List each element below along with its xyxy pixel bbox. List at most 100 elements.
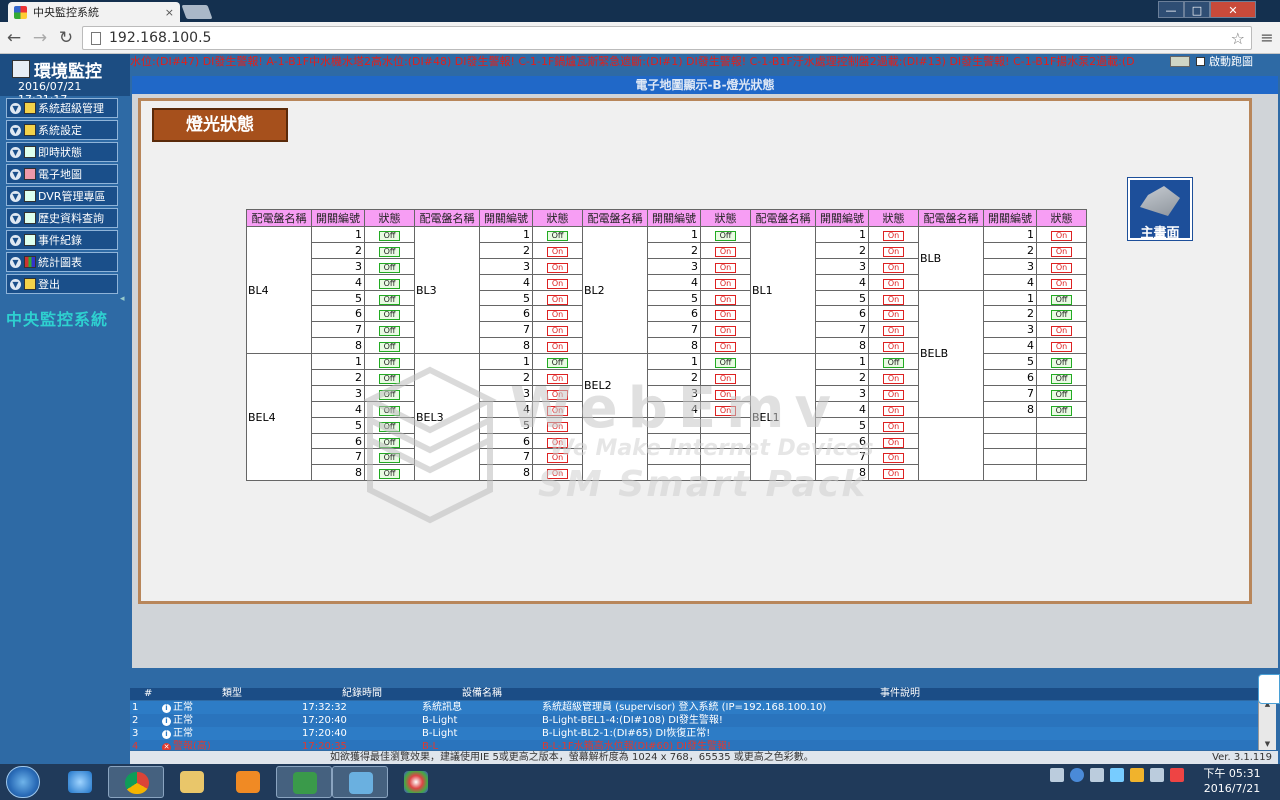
light-status-indicator[interactable]: On	[547, 310, 568, 321]
light-status-indicator[interactable]: On	[1051, 246, 1072, 257]
system-clock[interactable]: 下午 05:31 2016/7/21	[1198, 766, 1266, 796]
tab-close-icon[interactable]: ×	[165, 6, 174, 19]
home-button[interactable]: 主畫面	[1127, 177, 1193, 241]
light-status-indicator[interactable]: On	[547, 421, 568, 432]
light-status-indicator[interactable]: Off	[379, 342, 400, 353]
window-minimize-button[interactable]: —	[1158, 1, 1184, 18]
light-status-indicator[interactable]: Off	[379, 278, 400, 289]
network-icon[interactable]	[1090, 768, 1104, 782]
cloud-icon[interactable]	[1110, 768, 1124, 782]
light-status-indicator[interactable]: Off	[547, 230, 568, 241]
light-status-indicator[interactable]: On	[547, 405, 568, 416]
light-status-indicator[interactable]: On	[883, 310, 904, 321]
keyboard-icon[interactable]	[1050, 768, 1064, 782]
taskbar-app6[interactable]	[332, 766, 388, 798]
light-status-indicator[interactable]: On	[547, 294, 568, 305]
light-status-indicator[interactable]: Off	[379, 469, 400, 480]
log-scrollbar[interactable]: ▲ ▼	[1258, 700, 1276, 750]
light-status-indicator[interactable]: Off	[379, 294, 400, 305]
display-icon[interactable]	[1150, 768, 1164, 782]
light-status-indicator[interactable]: On	[883, 342, 904, 353]
sidebar-item-super-admin[interactable]: ▼ 系統超級管理	[6, 98, 118, 118]
light-status-indicator[interactable]: On	[547, 262, 568, 273]
light-status-indicator[interactable]: Off	[379, 358, 400, 369]
taskbar-paint[interactable]	[388, 766, 444, 798]
light-status-indicator[interactable]: On	[883, 294, 904, 305]
browser-tab[interactable]: 中央監控系統 ×	[8, 2, 180, 22]
taskbar-explorer[interactable]	[164, 766, 220, 798]
ticker-toggle-icon[interactable]	[1170, 55, 1190, 67]
light-status-indicator[interactable]: On	[715, 246, 736, 257]
taskbar-media[interactable]	[220, 766, 276, 798]
back-arrow-icon[interactable]: ←	[4, 28, 24, 48]
light-status-indicator[interactable]: On	[547, 326, 568, 337]
light-status-indicator[interactable]: On	[883, 278, 904, 289]
side-widget-icon[interactable]	[1258, 674, 1280, 704]
lighting-status-button[interactable]: 燈光狀態	[152, 108, 288, 142]
sidebar-item-charts[interactable]: ▼ 統計圖表	[6, 252, 118, 272]
light-status-indicator[interactable]: On	[715, 262, 736, 273]
light-status-indicator[interactable]: On	[715, 294, 736, 305]
taskbar-ie[interactable]	[52, 766, 108, 798]
light-status-indicator[interactable]: Off	[379, 437, 400, 448]
scroll-down-icon[interactable]: ▼	[1259, 740, 1276, 750]
light-status-indicator[interactable]: On	[883, 469, 904, 480]
sidebar-item-history[interactable]: ▼ 歷史資料查詢	[6, 208, 118, 228]
light-status-indicator[interactable]: Off	[1051, 310, 1072, 321]
reload-icon[interactable]: ↻	[56, 28, 76, 48]
log-row[interactable]: 3 i 正常 17:20:40 B-Light B-Light-BL2-1:(DI…	[130, 727, 1258, 740]
light-status-indicator[interactable]: On	[883, 326, 904, 337]
light-status-indicator[interactable]: Off	[379, 310, 400, 321]
light-status-indicator[interactable]: Off	[1051, 373, 1072, 384]
light-status-indicator[interactable]: Off	[379, 405, 400, 416]
light-status-indicator[interactable]: On	[883, 421, 904, 432]
light-status-indicator[interactable]: Off	[1051, 358, 1072, 369]
log-row[interactable]: 2 i 正常 17:20:40 B-Light B-Light-BEL1-4:(D…	[130, 714, 1258, 727]
sidebar-item-logout[interactable]: ▼ 登出	[6, 274, 118, 294]
light-status-indicator[interactable]: On	[547, 453, 568, 464]
forward-arrow-icon[interactable]: →	[30, 28, 50, 48]
light-status-indicator[interactable]: On	[547, 469, 568, 480]
light-status-indicator[interactable]: On	[883, 437, 904, 448]
light-status-indicator[interactable]: On	[547, 437, 568, 448]
help-icon[interactable]	[1070, 768, 1084, 782]
light-status-indicator[interactable]: On	[715, 278, 736, 289]
light-status-indicator[interactable]: Off	[547, 358, 568, 369]
log-row-alarm[interactable]: 4 ✕ 警報(高) 17:20:35 B-L B-L-1F水箱高水位報(DI#60…	[130, 740, 1258, 750]
light-status-indicator[interactable]: Off	[715, 230, 736, 241]
light-status-indicator[interactable]: On	[547, 342, 568, 353]
light-status-indicator[interactable]: On	[715, 405, 736, 416]
light-status-indicator[interactable]: Off	[1051, 389, 1072, 400]
light-status-indicator[interactable]: On	[883, 262, 904, 273]
light-status-indicator[interactable]: Off	[379, 421, 400, 432]
light-status-indicator[interactable]: Off	[379, 246, 400, 257]
light-status-indicator[interactable]: On	[1051, 278, 1072, 289]
light-status-indicator[interactable]: Off	[379, 453, 400, 464]
light-status-indicator[interactable]: Off	[1051, 405, 1072, 416]
window-maximize-button[interactable]: □	[1184, 1, 1210, 18]
notification-flag-icon[interactable]	[1130, 768, 1144, 782]
browser-menu-icon[interactable]: ≡	[1258, 28, 1276, 47]
sidebar-item-events[interactable]: ▼ 事件紀錄	[6, 230, 118, 250]
light-status-indicator[interactable]: Off	[379, 230, 400, 241]
light-status-indicator[interactable]: On	[883, 246, 904, 257]
url-text[interactable]: 192.168.100.5	[109, 30, 1231, 46]
light-status-indicator[interactable]: On	[715, 373, 736, 384]
light-status-indicator[interactable]: On	[883, 373, 904, 384]
light-status-indicator[interactable]: Off	[379, 373, 400, 384]
light-status-indicator[interactable]: Off	[379, 389, 400, 400]
light-status-indicator[interactable]: On	[883, 453, 904, 464]
light-status-indicator[interactable]: Off	[883, 358, 904, 369]
light-status-indicator[interactable]: On	[883, 389, 904, 400]
url-input[interactable]: 192.168.100.5 ☆	[82, 26, 1252, 50]
window-close-button[interactable]: ✕	[1210, 1, 1256, 18]
light-status-indicator[interactable]: Off	[1051, 294, 1072, 305]
log-row[interactable]: 1 i 正常 17:32:32 系統訊息 系統超級管理員 (supervisor)…	[130, 701, 1258, 714]
sidebar-collapse-handle[interactable]: ◂	[120, 294, 126, 306]
light-status-indicator[interactable]: Off	[379, 326, 400, 337]
sidebar-item-dvr[interactable]: ▼ DVR管理專區	[6, 186, 118, 206]
light-status-indicator[interactable]: On	[715, 342, 736, 353]
start-button[interactable]	[6, 766, 40, 798]
light-status-indicator[interactable]: Off	[715, 358, 736, 369]
taskbar-chrome[interactable]	[108, 766, 164, 798]
